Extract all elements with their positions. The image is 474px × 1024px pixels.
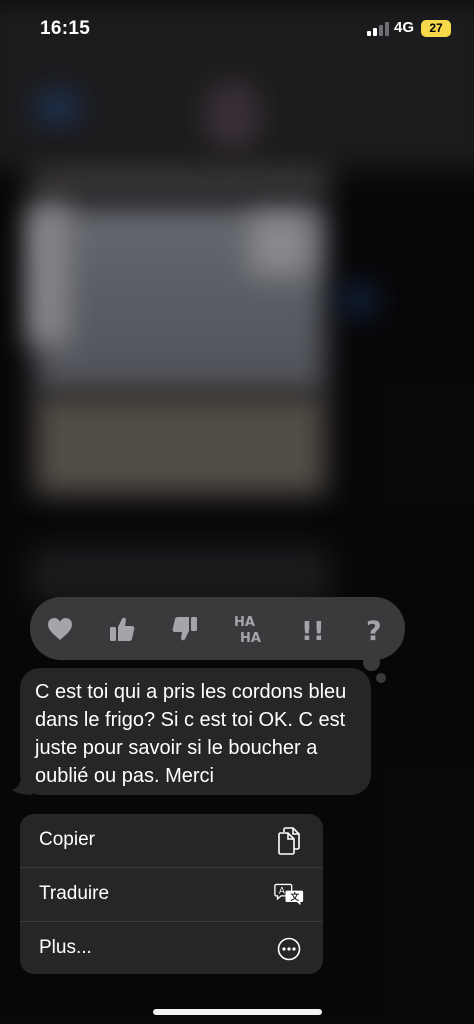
reaction-thumbs-down[interactable]: [165, 609, 205, 649]
heart-icon: [48, 618, 72, 640]
svg-text:文: 文: [290, 891, 299, 903]
context-menu: Copier Traduire A 文 Plus...: [20, 814, 323, 974]
reaction-haha[interactable]: HA HA: [228, 609, 268, 649]
network-type: 4G: [394, 19, 415, 36]
menu-item-label: Copier: [39, 829, 95, 850]
home-indicator[interactable]: [153, 1009, 322, 1015]
reaction-heart[interactable]: [40, 609, 80, 649]
menu-item-translate[interactable]: Traduire A 文: [20, 868, 323, 921]
haha-top-text: HA: [234, 615, 255, 630]
haha-bottom-text: HA: [240, 631, 261, 646]
message-text: C est toi qui a pris les cordons bleu da…: [35, 681, 347, 787]
double-exclamation-icon: !!: [301, 617, 325, 644]
reaction-thumbs-up[interactable]: [102, 609, 142, 649]
thumbs-down-icon: [172, 617, 197, 641]
question-text: ?: [366, 616, 382, 644]
tapback-reaction-bar: HA HA !! ?: [30, 597, 405, 660]
message-bubble[interactable]: C est toi qui a pris les cordons bleu da…: [20, 668, 371, 795]
signal-icon: [367, 22, 389, 36]
reaction-emphasize[interactable]: !!: [292, 609, 332, 649]
svg-text:A: A: [279, 887, 285, 897]
reaction-bar-tail: [376, 673, 386, 683]
question-mark-icon: ?: [366, 616, 382, 644]
reaction-question[interactable]: ?: [355, 609, 395, 649]
menu-item-copy[interactable]: Copier: [20, 814, 323, 867]
emphasize-text: !!: [301, 617, 325, 644]
reaction-bar-tail: [363, 654, 380, 671]
copy-icon: [274, 826, 304, 856]
haha-icon: HA HA: [234, 615, 261, 646]
status-time: 16:15: [40, 18, 91, 39]
more-icon: [274, 934, 304, 964]
menu-item-label: Traduire: [39, 883, 110, 904]
battery-icon: 27: [421, 20, 451, 37]
menu-item-label: Plus...: [39, 937, 92, 958]
thumbs-up-icon: [110, 617, 135, 641]
translate-icon: A 文: [274, 880, 304, 910]
menu-item-more[interactable]: Plus...: [20, 922, 323, 974]
status-bar: 16:15 4G 27: [0, 0, 474, 60]
